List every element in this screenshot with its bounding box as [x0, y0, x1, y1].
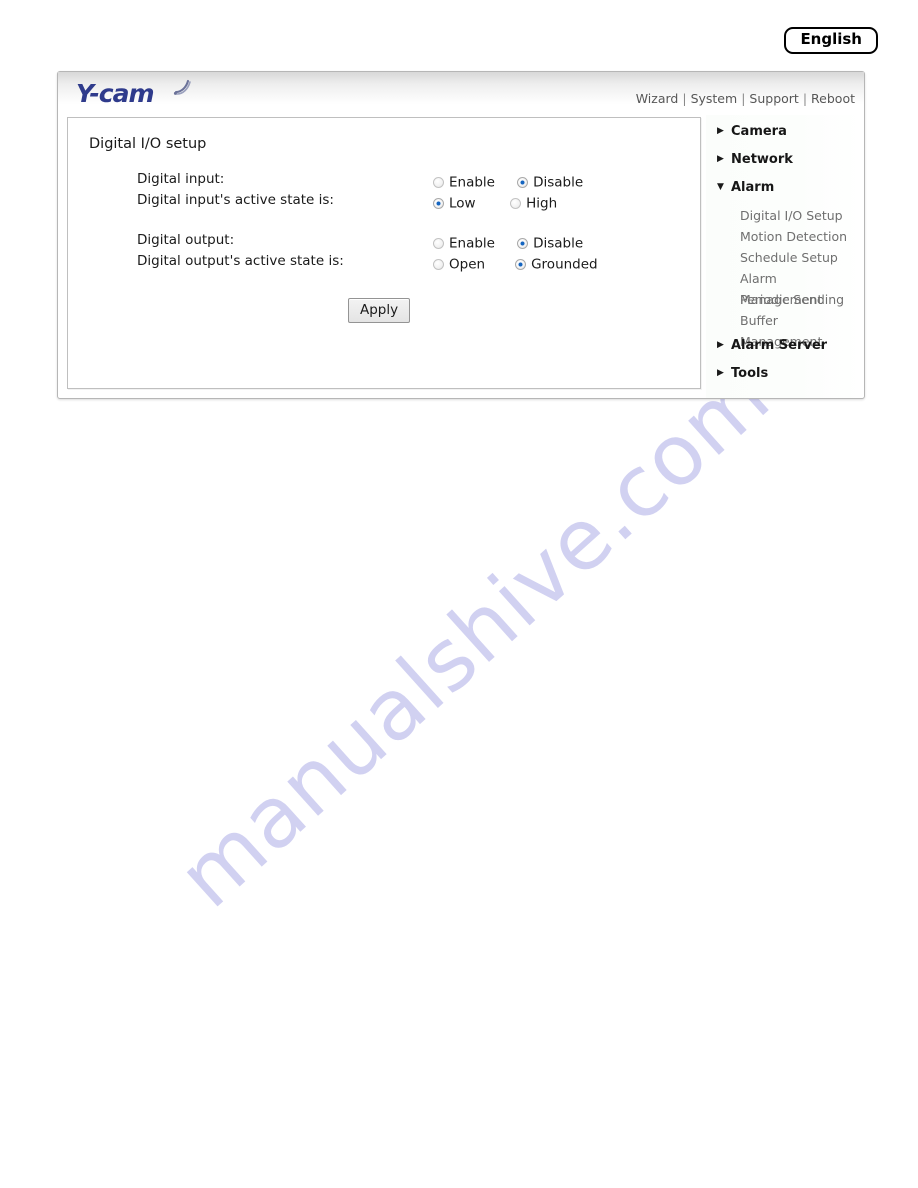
label-digital-input: Digital input:	[137, 171, 225, 187]
radio-indicator-checked	[433, 198, 444, 209]
label-digital-input-state: Digital input's active state is:	[137, 192, 334, 208]
nav-link-support[interactable]: Support	[749, 91, 798, 106]
radio-label-open: Open	[449, 256, 486, 273]
radio-label-high: High	[526, 195, 558, 212]
label-digital-output: Digital output:	[137, 232, 235, 248]
radio-option-digital-output-enable[interactable]: Enable	[433, 233, 505, 252]
ycam-logo: Y-cam	[76, 79, 196, 109]
sidebar-group-label-camera: Camera	[731, 124, 787, 139]
nav-separator-3: |	[802, 91, 808, 106]
nav-link-wizard[interactable]: Wizard	[636, 91, 679, 106]
page-title: Digital I/O setup	[89, 136, 207, 152]
form-row-digital-output: Digital output: Enable Disable	[89, 232, 684, 252]
radio-indicator-unchecked	[433, 259, 444, 270]
sidebar-item-schedule-setup[interactable]: Schedule Setup	[706, 247, 862, 268]
sidebar-item-digital-io-setup[interactable]: Digital I/O Setup	[706, 205, 862, 226]
nav-separator-1: |	[682, 91, 687, 106]
radio-indicator-checked	[517, 177, 529, 188]
app-header: Y-cam Wizard | System | Support | Reboot	[58, 72, 864, 115]
radio-option-input-state-high[interactable]: High	[510, 193, 557, 212]
sidebar-item-alarm-management[interactable]: Alarm Management	[706, 268, 862, 307]
sidebar-group-label-alarm-server: Alarm Server	[731, 338, 828, 353]
radio-option-digital-input-enable[interactable]: Enable	[433, 172, 505, 191]
radio-label-enable: Enable	[449, 235, 495, 252]
sidebar-group-label-network: Network	[731, 152, 793, 167]
label-digital-output-state: Digital output's active state is:	[137, 253, 344, 269]
sidebar-group-alarm-server[interactable]: ▶ Alarm Server	[706, 335, 862, 363]
language-badge[interactable]: English	[784, 27, 878, 54]
radio-indicator-checked	[517, 238, 529, 249]
radio-group-digital-output: Enable Disable	[433, 232, 583, 252]
form-row-spacer	[89, 213, 684, 231]
nav-link-reboot[interactable]: Reboot	[811, 91, 855, 106]
radio-option-output-state-grounded[interactable]: Grounded	[515, 254, 598, 273]
radio-label-low: Low	[449, 195, 476, 212]
apply-button-wrap: Apply	[348, 298, 411, 323]
content-panel: Digital I/O setup Digital input: Enable …	[67, 117, 701, 389]
camera-web-ui-frame: Y-cam Wizard | System | Support | Reboot Digit…	[57, 71, 865, 399]
digital-io-form: Digital input: Enable Disable Digital in…	[89, 171, 684, 274]
radio-indicator-checked	[515, 259, 527, 270]
radio-option-digital-input-disable[interactable]: Disable	[517, 172, 583, 191]
form-row-digital-input-state: Digital input's active state is: Low Hig…	[89, 192, 684, 212]
radio-label-disable: Disable	[533, 174, 584, 191]
radio-option-digital-output-disable[interactable]: Disable	[517, 233, 583, 252]
radio-indicator-unchecked	[433, 238, 444, 249]
wifi-arc-icon	[173, 79, 193, 99]
chevron-down-icon: ▼	[717, 182, 724, 192]
sidebar-group-tools[interactable]: ▶ Tools	[706, 363, 862, 391]
app-body: Digital I/O setup Digital input: Enable …	[58, 115, 864, 398]
sidebar-item-motion-detection[interactable]: Motion Detection	[706, 226, 862, 247]
top-navigation: Wizard | System | Support | Reboot	[636, 91, 855, 106]
radio-group-digital-input-state: Low High	[433, 192, 557, 212]
form-row-digital-input: Digital input: Enable Disable	[89, 171, 684, 191]
sidebar-group-camera[interactable]: ▶ Camera	[706, 121, 862, 149]
sidebar-item-buffer-management[interactable]: Buffer Management	[706, 310, 862, 349]
radio-label-enable: Enable	[449, 174, 495, 191]
radio-indicator-unchecked	[510, 198, 522, 209]
radio-group-digital-output-state: Open Grounded	[433, 253, 598, 273]
sidebar-group-label-tools: Tools	[731, 366, 769, 381]
radio-label-grounded: Grounded	[531, 256, 598, 273]
radio-group-digital-input: Enable Disable	[433, 171, 583, 191]
chevron-right-icon: ▶	[717, 340, 724, 350]
chevron-right-icon: ▶	[717, 154, 724, 164]
chevron-right-icon: ▶	[717, 368, 724, 378]
radio-option-output-state-open[interactable]: Open	[433, 254, 503, 273]
radio-indicator-unchecked	[433, 177, 444, 188]
nav-link-system[interactable]: System	[691, 91, 738, 106]
sidebar-group-label-alarm: Alarm	[731, 180, 775, 195]
chevron-right-icon: ▶	[717, 126, 724, 136]
apply-button[interactable]: Apply	[348, 298, 411, 323]
form-row-digital-output-state: Digital output's active state is: Open G…	[89, 253, 684, 273]
sidebar-item-periodic-sending[interactable]: Periodic Sending	[706, 289, 862, 310]
site-watermark: manualshive.com	[159, 346, 789, 927]
radio-option-input-state-low[interactable]: Low	[433, 193, 498, 212]
sidebar-group-network[interactable]: ▶ Network	[706, 149, 862, 177]
radio-label-disable: Disable	[533, 235, 584, 252]
sidebar-group-alarm[interactable]: ▼ Alarm	[706, 177, 862, 205]
nav-separator-2: |	[741, 91, 746, 106]
sidebar-navigation: ▶ Camera ▶ Network ▼ Alarm Digital I/O Setu…	[706, 115, 862, 398]
